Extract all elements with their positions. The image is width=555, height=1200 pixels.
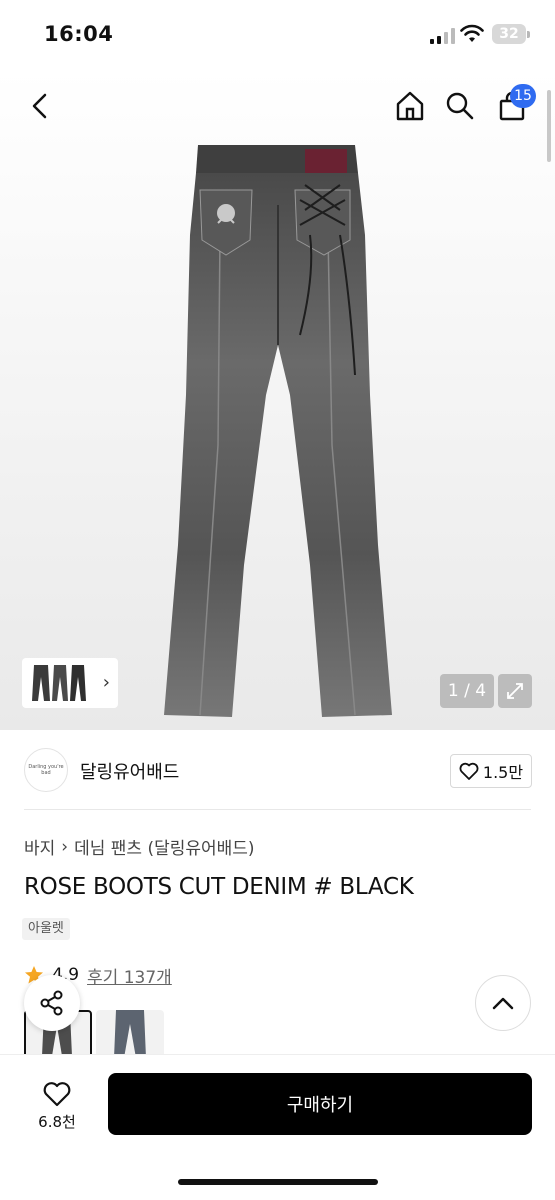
scroll-top-button[interactable] — [475, 975, 531, 1031]
product-gallery[interactable] — [0, 70, 555, 730]
gallery-thumbnails-button[interactable]: › — [22, 658, 118, 708]
signal-icon — [430, 28, 455, 44]
share-icon — [40, 990, 63, 1016]
brand-like-button[interactable]: 1.5만 — [450, 754, 532, 788]
reviews-link[interactable]: 후기 137개 — [87, 963, 172, 988]
back-button[interactable] — [20, 86, 60, 126]
search-button[interactable] — [440, 86, 480, 126]
cart-count-badge: 15 — [510, 84, 536, 108]
brand-logo[interactable]: Darling you're bad — [24, 748, 68, 792]
divider — [24, 809, 531, 810]
battery-tip — [527, 31, 530, 38]
share-button[interactable] — [24, 975, 80, 1031]
outlet-tag: 아울렛 — [22, 918, 70, 940]
home-button[interactable] — [390, 86, 430, 126]
expand-icon — [507, 683, 523, 699]
home-icon — [396, 91, 424, 121]
product-image-jeans — [164, 145, 392, 717]
heart-icon — [43, 1081, 71, 1106]
wifi-icon — [460, 24, 484, 42]
heart-icon — [459, 762, 479, 780]
status-time: 16:04 — [44, 22, 114, 46]
battery-indicator: 32 — [492, 24, 526, 44]
wishlist-button[interactable]: 6.8천 — [20, 1071, 94, 1141]
brand-row[interactable]: Darling you're bad 달링유어배드 1.5만 — [0, 730, 555, 810]
scrollbar[interactable] — [547, 90, 551, 162]
search-icon — [446, 92, 474, 120]
chevron-right-icon: › — [102, 672, 110, 693]
gallery-page-counter: 1 / 4 — [440, 674, 494, 708]
wishlist-count: 6.8천 — [38, 1112, 76, 1131]
chevron-up-icon — [492, 997, 514, 1010]
chevron-right-icon: › — [61, 836, 69, 857]
breadcrumb-subcategory[interactable]: 데님 팬츠 (달링유어배드) — [74, 834, 254, 859]
brand-logo-text: Darling you're bad — [28, 764, 64, 776]
breadcrumb-category[interactable]: 바지 — [24, 834, 55, 859]
home-indicator — [178, 1179, 378, 1185]
breadcrumb: 바지 › 데님 팬츠 (달링유어배드) — [24, 834, 255, 860]
option-thumbnail[interactable] — [96, 1010, 164, 1058]
chevron-left-icon — [32, 93, 47, 119]
top-nav — [0, 70, 555, 140]
product-title: ROSE BOOTS CUT DENIM # BLACK — [24, 874, 414, 900]
buy-button[interactable]: 구매하기 — [108, 1073, 532, 1135]
option-image — [114, 1010, 146, 1058]
thumbnail-images — [32, 665, 86, 701]
brand-like-count: 1.5만 — [482, 763, 524, 782]
status-bar: 16:04 32 — [0, 0, 555, 70]
bottom-action-bar: 6.8천 구매하기 — [0, 1054, 555, 1200]
brand-name[interactable]: 달링유어배드 — [80, 758, 179, 784]
expand-button[interactable] — [498, 674, 532, 708]
